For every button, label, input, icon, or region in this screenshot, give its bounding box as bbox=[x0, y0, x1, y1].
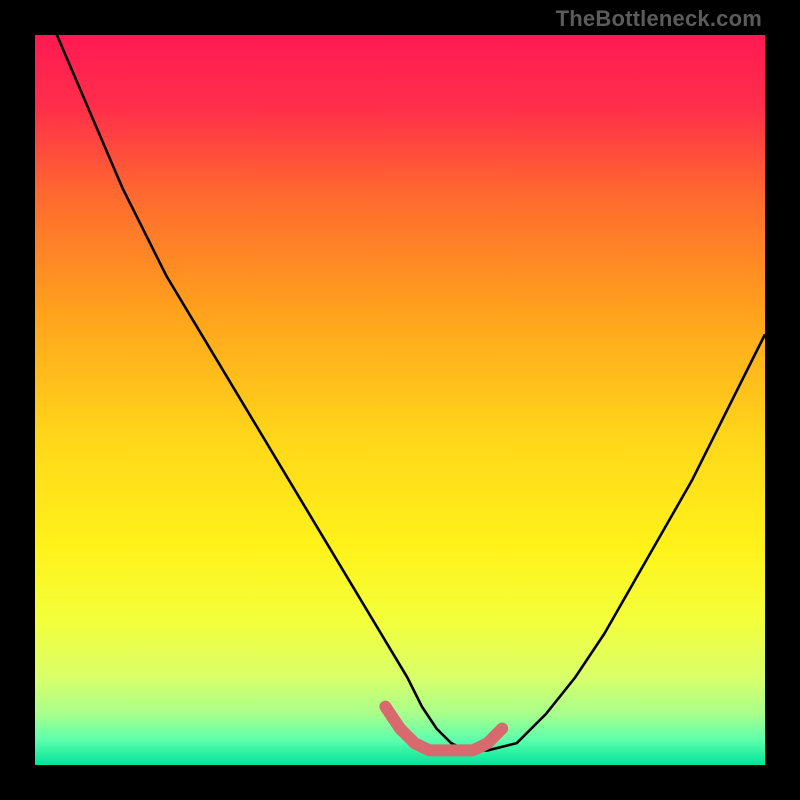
bottom-highlight bbox=[35, 35, 765, 765]
watermark-text: TheBottleneck.com bbox=[556, 6, 762, 32]
chart-frame: TheBottleneck.com bbox=[0, 0, 800, 800]
plot-area bbox=[35, 35, 765, 765]
